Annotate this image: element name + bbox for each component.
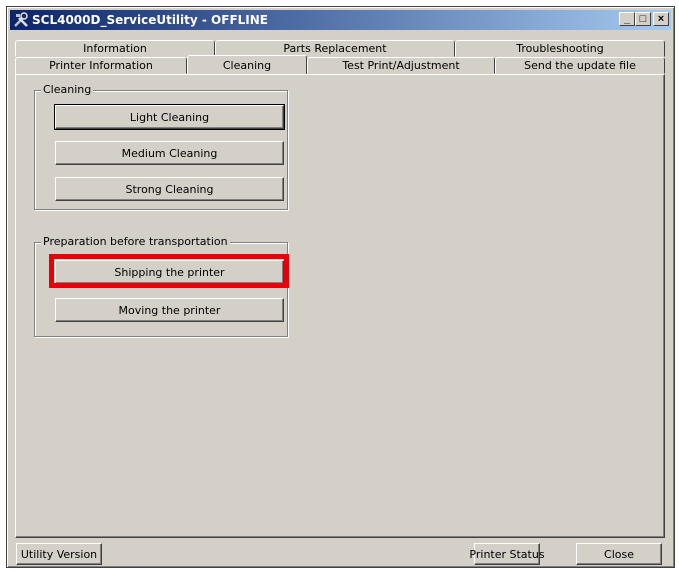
close-window-button[interactable]: × [653, 12, 669, 26]
tab-cleaning[interactable]: Cleaning [187, 55, 307, 74]
maximize-button[interactable]: □ [635, 12, 651, 26]
tab-information[interactable]: Information [15, 40, 215, 57]
window-title: SCL4000D_ServiceUtility - OFFLINE [32, 13, 269, 27]
printer-status-button[interactable]: Printer Status [469, 543, 545, 565]
cleaning-tab-panel: Cleaning Light Cleaning Medium Cleaning … [15, 74, 665, 538]
transport-preparation-group: Preparation before transportation Shippi… [34, 235, 288, 337]
tab-row-top: Information Parts Replacement Troublesho… [15, 40, 665, 57]
tab-row-bottom: Printer Information Cleaning Test Print/… [15, 55, 665, 74]
service-utility-window: SCL4000D_ServiceUtility - OFFLINE _ □ × … [6, 6, 675, 568]
minimize-button[interactable]: _ [619, 12, 635, 26]
minimize-icon: _ [623, 12, 631, 25]
transport-group-label: Preparation before transportation [41, 235, 230, 248]
strong-cleaning-button[interactable]: Strong Cleaning [55, 177, 284, 201]
moving-printer-button[interactable]: Moving the printer [55, 298, 284, 322]
tab-printer-information[interactable]: Printer Information [15, 57, 187, 74]
tools-icon [12, 11, 30, 29]
medium-cleaning-button[interactable]: Medium Cleaning [55, 141, 284, 165]
close-icon: × [657, 12, 665, 25]
window-controls: _ □ × [619, 12, 669, 26]
close-button[interactable]: Close [576, 543, 662, 565]
tab-test-print-adjustment[interactable]: Test Print/Adjustment [307, 57, 495, 74]
utility-version-button[interactable]: Utility Version [16, 543, 102, 565]
light-cleaning-button[interactable]: Light Cleaning [54, 104, 285, 130]
cleaning-group-label: Cleaning [41, 83, 94, 96]
cleaning-group: Cleaning Light Cleaning Medium Cleaning … [34, 83, 288, 210]
maximize-icon: □ [639, 12, 647, 25]
tab-send-update-file[interactable]: Send the update file [495, 57, 665, 74]
tab-troubleshooting[interactable]: Troubleshooting [455, 40, 665, 57]
shipping-printer-button[interactable]: Shipping the printer [55, 260, 284, 284]
title-bar[interactable]: SCL4000D_ServiceUtility - OFFLINE _ □ × [10, 10, 671, 30]
